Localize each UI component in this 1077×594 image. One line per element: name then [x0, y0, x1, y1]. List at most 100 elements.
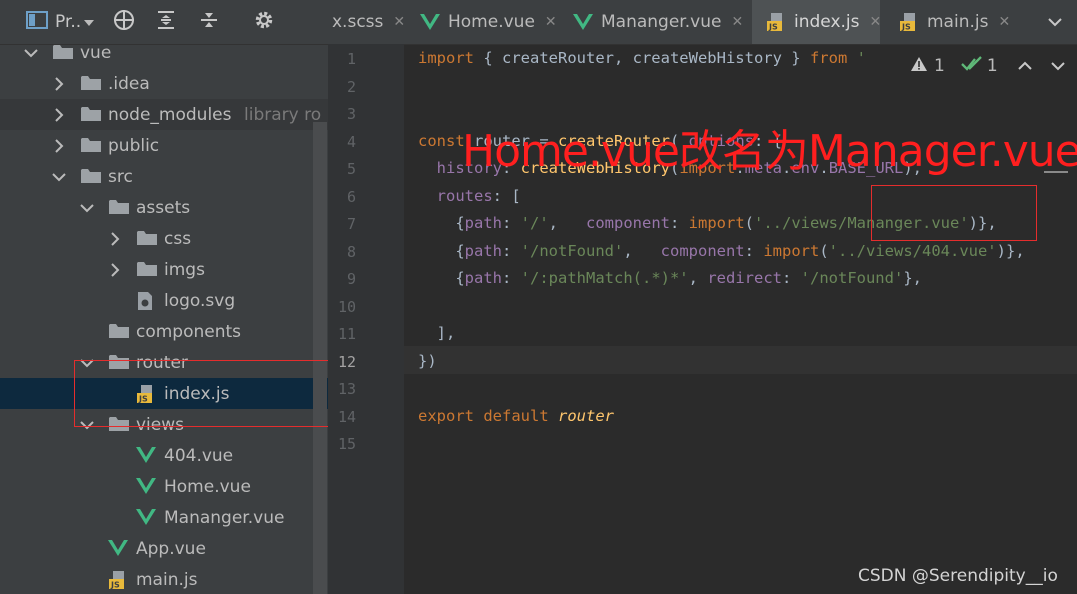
tree-item-hint: library ro: [244, 104, 322, 125]
line-number: 15: [337, 435, 356, 453]
folder-icon: [80, 136, 101, 156]
chevron-right-icon[interactable]: [52, 138, 66, 153]
tree-item-public[interactable]: public: [0, 130, 328, 161]
code-line[interactable]: {path: '/notFound', component: import('.…: [418, 242, 1024, 260]
line-number: 11: [337, 325, 356, 343]
tree-item-label: components: [136, 321, 242, 342]
next-highlight-icon[interactable]: [1050, 56, 1065, 76]
project-scrollbar[interactable]: [313, 122, 327, 594]
js-file-icon: JS: [766, 12, 786, 32]
folder-icon: [80, 74, 101, 94]
weak-warning-count: 1: [986, 56, 998, 76]
chevron-down-icon[interactable]: [80, 201, 94, 215]
folder-icon: [108, 322, 129, 342]
tree-item-imgs[interactable]: imgs: [0, 254, 328, 285]
annotation-box-mananger: [871, 185, 1037, 241]
chevron-right-icon[interactable]: [52, 107, 66, 122]
line-number: 10: [337, 297, 356, 316]
tree-item-assets[interactable]: assets: [0, 192, 328, 223]
chevron-down-icon[interactable]: [52, 170, 66, 184]
tree-item-label: css: [164, 228, 192, 249]
tree-item-label: App.vue: [136, 538, 206, 559]
js-file-icon: JS: [108, 570, 128, 590]
code-line[interactable]: export default router: [418, 407, 614, 425]
editor-area: x.scss ✕ Home.vue ✕ Mananger.vue ✕ JS index.js ✕…: [328, 0, 1077, 594]
tab-home-vue[interactable]: Home.vue ✕: [406, 0, 557, 44]
project-view-title: Pr..: [55, 12, 82, 32]
project-tree: vue .idea node_modules library ro public src a…: [0, 37, 328, 594]
svg-text:JS: JS: [110, 581, 120, 590]
warning-icon: [910, 56, 928, 77]
tree-item-home-vue[interactable]: Home.vue: [0, 471, 328, 502]
project-view-icon: [26, 11, 48, 33]
tree-item--idea[interactable]: .idea: [0, 68, 328, 99]
tab-mananger-vue[interactable]: Mananger.vue ✕: [559, 0, 745, 44]
tree-item-label: 404.vue: [164, 445, 234, 466]
tree-item-label: src: [108, 166, 133, 187]
gear-icon: [253, 9, 275, 35]
tab-label: Mananger.vue: [601, 12, 722, 32]
code-line[interactable]: }): [418, 352, 437, 370]
inspection-widget[interactable]: 1 1: [910, 50, 1065, 82]
close-icon[interactable]: ✕: [393, 14, 405, 30]
code-line[interactable]: {path: '/:pathMatch(.*)*', redirect: '/n…: [418, 269, 922, 287]
chevron-right-icon[interactable]: [108, 262, 122, 277]
code-line[interactable]: import { createRouter, createWebHistory …: [418, 49, 866, 67]
chevron-down-icon[interactable]: [24, 46, 38, 60]
vue-file-icon: [136, 508, 156, 528]
line-number: 1: [346, 50, 356, 68]
tree-item-vue[interactable]: vue: [0, 37, 328, 68]
tree-item-components[interactable]: components: [0, 316, 328, 347]
folder-icon: [136, 229, 157, 249]
line-number: 5: [346, 160, 356, 178]
close-icon[interactable]: ✕: [870, 14, 882, 30]
collapse-all-icon: [198, 9, 220, 35]
js-file-icon: JS: [899, 12, 919, 32]
tab-main-js[interactable]: JS main.js ✕: [885, 0, 1025, 44]
tree-item-src[interactable]: src: [0, 161, 328, 192]
crosshair-icon: [112, 8, 136, 36]
folder-icon: [136, 260, 157, 280]
tab-label: Home.vue: [448, 12, 535, 32]
tree-item-app-vue[interactable]: App.vue: [0, 533, 328, 564]
chevron-right-icon[interactable]: [52, 76, 66, 91]
code-line[interactable]: ],: [418, 324, 456, 342]
close-icon[interactable]: ✕: [731, 14, 743, 30]
tree-item-label: Home.vue: [164, 476, 251, 497]
expand-all-icon: [155, 9, 177, 35]
warning-count: 1: [934, 56, 945, 76]
code-line[interactable]: routes: [: [418, 187, 521, 205]
tree-item-404-vue[interactable]: 404.vue: [0, 440, 328, 471]
tree-item-label: main.js: [136, 569, 198, 590]
line-number: 12: [337, 352, 356, 371]
tree-item-main-js[interactable]: JS main.js: [0, 564, 328, 594]
line-number: 14: [337, 407, 356, 426]
chevron-down-icon: [83, 13, 95, 32]
close-icon[interactable]: ✕: [998, 14, 1010, 30]
tree-item-label: public: [108, 135, 160, 156]
vue-file-icon: [573, 13, 593, 31]
chevron-down-icon: [1047, 12, 1063, 32]
folder-icon: [52, 43, 73, 63]
svg-text:JS: JS: [768, 23, 778, 32]
line-number: 8: [346, 242, 356, 261]
close-icon[interactable]: ✕: [545, 14, 557, 30]
show-hidden-tabs-button[interactable]: [1032, 0, 1077, 44]
tree-item-mananger-vue[interactable]: Mananger.vue: [0, 502, 328, 533]
watermark: CSDN @Serendipity__io: [858, 566, 1058, 586]
line-number: 6: [346, 187, 356, 206]
annotation-text: Home.vue改名为Manager.vue: [462, 126, 1077, 177]
vue-file-icon: [136, 477, 156, 497]
tree-item-node-modules[interactable]: node_modules library ro: [0, 99, 328, 130]
folder-icon: [80, 105, 101, 125]
previous-highlight-icon[interactable]: [1017, 56, 1032, 76]
tab-index-js[interactable]: JS index.js ✕: [752, 0, 882, 44]
chevron-right-icon[interactable]: [108, 231, 122, 246]
tree-item-label: .idea: [108, 73, 150, 94]
tree-item-css[interactable]: css: [0, 223, 328, 254]
tree-item-label: assets: [136, 197, 191, 218]
svg-text:JS: JS: [901, 23, 911, 32]
tab-x-scss[interactable]: x.scss ✕: [328, 0, 405, 44]
editor-gutter: 1 2 3 4 5 6 7 8 9 10 11 12 13 14 15: [328, 44, 404, 594]
tree-item-logo-svg[interactable]: logo.svg: [0, 285, 328, 316]
